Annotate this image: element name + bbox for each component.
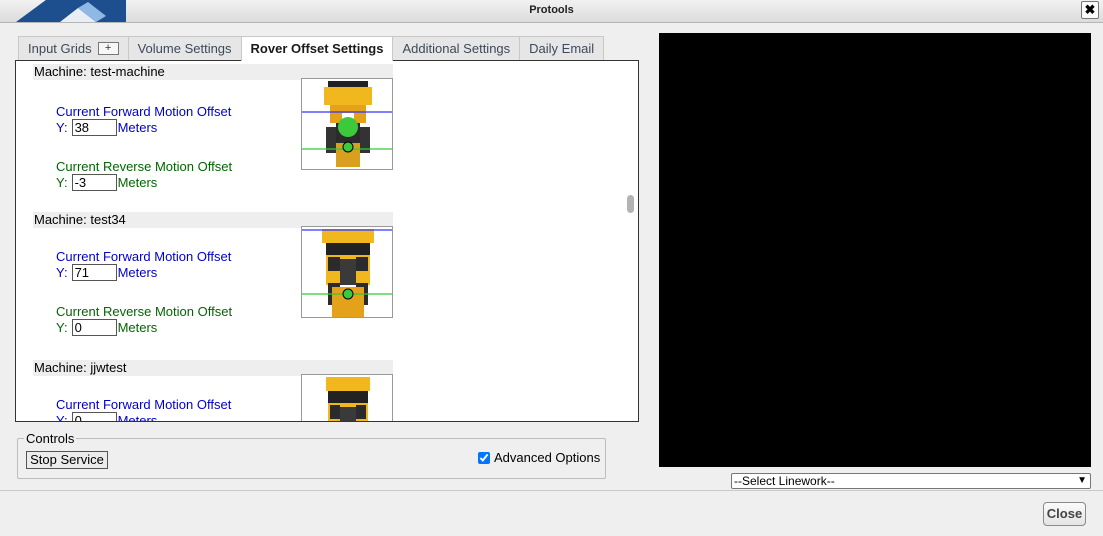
forward-offset-label: Current Forward Motion Offset [56,397,232,412]
window-close-icon[interactable]: ✖ [1081,1,1099,19]
machine-topview-icon [301,226,393,318]
y-label: Y: [56,413,68,422]
y-label: Y: [56,175,68,190]
linework-selected: --Select Linework-- [734,474,835,488]
tab-daily-email[interactable]: Daily Email [519,36,605,60]
reverse-offset-label: Current Reverse Motion Offset [56,159,233,174]
chevron-down-icon: ▼ [1077,475,1087,486]
machine-section: Machine: jjwtest Current Forward Motion … [33,360,393,422]
forward-offset-row: Y: Meters [56,119,157,136]
advanced-options-checkbox[interactable] [478,451,490,464]
forward-offset-input[interactable] [71,119,117,136]
tab-label: Rover Offset Settings [250,41,384,56]
map-view[interactable] [659,33,1091,467]
tab-volume-settings[interactable]: Volume Settings [127,36,242,60]
reverse-offset-row: Y: Meters [56,174,157,191]
y-label: Y: [56,120,68,135]
forward-offset-input[interactable] [71,264,117,281]
machine-topview-icon [301,78,393,170]
forward-offset-row: Y: Meters [56,264,157,281]
tab-label: Volume Settings [137,40,232,56]
window-title: Protools [529,4,574,16]
forward-offset-label: Current Forward Motion Offset [56,104,232,119]
unit-label: Meters [117,120,158,135]
advanced-options-toggle[interactable]: Advanced Options [478,450,600,465]
add-grid-icon[interactable]: + [97,42,119,55]
tab-label: Input Grids [28,40,92,56]
scrollbar-thumb[interactable] [627,195,634,213]
footer-divider [0,490,1103,491]
tab-rover-offset-settings[interactable]: Rover Offset Settings [240,36,394,61]
tab-bar: Input Grids + Volume Settings Rover Offs… [18,36,605,61]
title-bar: Protools ✖ [0,0,1103,23]
tab-label: Additional Settings [402,40,511,56]
y-label: Y: [56,320,68,335]
machine-section: Machine: test-machine Current Forward Mo… [33,64,393,191]
unit-label: Meters [117,265,158,280]
reverse-offset-input[interactable] [71,174,117,191]
forward-offset-input[interactable] [71,412,117,421]
y-label: Y: [56,265,68,280]
advanced-options-label: Advanced Options [494,450,601,465]
tab-label: Daily Email [529,40,595,56]
stop-service-button[interactable]: Stop Service [26,451,108,469]
machine-section: Machine: test34 Current Forward Motion O… [33,212,393,336]
rover-offset-panel[interactable]: Machine: test-machine Current Forward Mo… [15,60,639,422]
tab-additional-settings[interactable]: Additional Settings [392,36,521,60]
unit-label: Meters [117,413,158,422]
close-button[interactable]: Close [1043,502,1086,526]
tab-input-grids[interactable]: Input Grids + [18,36,129,60]
controls-legend: Controls [24,431,77,446]
reverse-offset-input[interactable] [71,319,117,336]
reverse-offset-row: Y: Meters [56,319,157,336]
machine-topview-icon [301,374,393,421]
reverse-offset-label: Current Reverse Motion Offset [56,304,233,319]
unit-label: Meters [117,175,158,190]
unit-label: Meters [117,320,158,335]
linework-select[interactable]: --Select Linework-- ▼ [731,473,1091,489]
forward-offset-label: Current Forward Motion Offset [56,249,232,264]
forward-offset-row: Y: Meters [56,412,158,422]
